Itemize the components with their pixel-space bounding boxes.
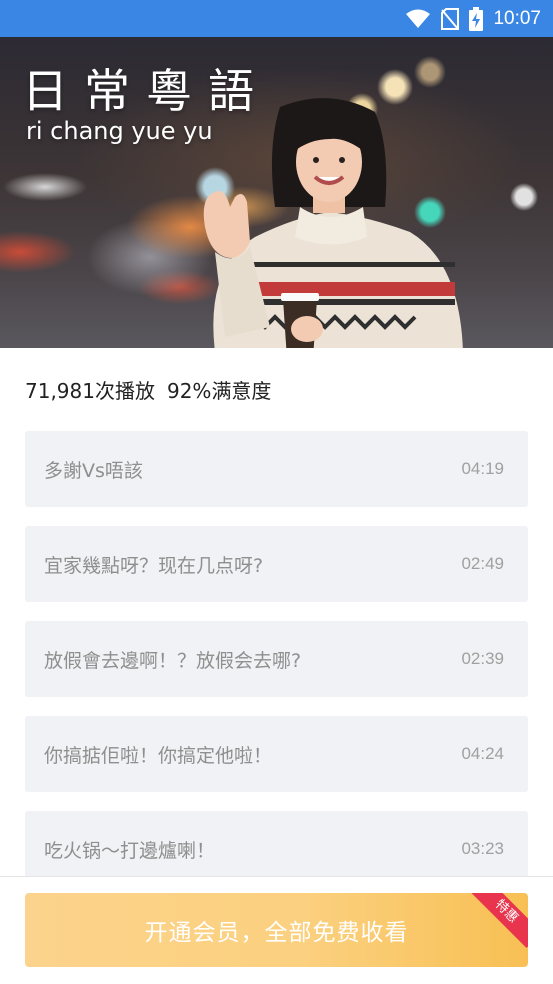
- lesson-duration: 02:49: [461, 554, 504, 573]
- status-bar: 10:07: [0, 0, 553, 37]
- battery-charging-icon: [469, 6, 484, 31]
- vip-subscribe-button[interactable]: 开通会员，全部免费收看 特惠: [25, 893, 528, 967]
- lesson-item[interactable]: 多謝Vs唔該 04:19: [25, 431, 528, 507]
- lesson-title: 你搞掂佢啦！你搞定他啦！: [44, 744, 273, 767]
- lesson-item[interactable]: 宜家幾點呀？现在几点呀? 02:49: [25, 526, 528, 602]
- course-stats: 71,981次播放 92%满意度: [25, 375, 271, 404]
- satisfaction-rate: 92%满意度: [166, 379, 272, 403]
- lesson-duration: 02:39: [461, 649, 504, 668]
- lesson-title: 多謝Vs唔該: [44, 459, 143, 482]
- lesson-item[interactable]: 放假會去邊啊！？放假会去哪? 02:39: [25, 621, 528, 697]
- promo-badge: 特惠: [469, 893, 528, 949]
- hero-banner: 日常粵語 ri chang yue yu: [0, 37, 553, 348]
- lesson-item[interactable]: 你搞掂佢啦！你搞定他啦！ 04:24: [25, 716, 528, 792]
- lesson-title: 宜家幾點呀？现在几点呀?: [44, 554, 264, 577]
- bottom-bar: 开通会员，全部免费收看 特惠: [0, 876, 553, 984]
- lesson-duration: 04:24: [461, 744, 504, 763]
- status-icons: 10:07: [405, 0, 541, 37]
- lesson-title: 吃火锅～打邊爐喇！: [44, 839, 216, 862]
- lesson-list: 多謝Vs唔該 04:19 宜家幾點呀？现在几点呀? 02:49 放假會去邊啊！？…: [25, 431, 528, 906]
- play-count: 71,981次播放: [25, 379, 155, 403]
- no-sim-icon: [441, 7, 460, 30]
- hero-subtitle: ri chang yue yu: [26, 117, 213, 145]
- lesson-duration: 03:23: [461, 839, 504, 858]
- lesson-duration: 04:19: [461, 459, 504, 478]
- vip-button-label: 开通会员，全部免费收看: [144, 920, 409, 946]
- lesson-title: 放假會去邊啊！？放假会去哪?: [44, 649, 302, 672]
- hero-title: 日常粵語: [22, 64, 270, 118]
- wifi-icon: [405, 9, 431, 29]
- status-time: 10:07: [493, 7, 541, 29]
